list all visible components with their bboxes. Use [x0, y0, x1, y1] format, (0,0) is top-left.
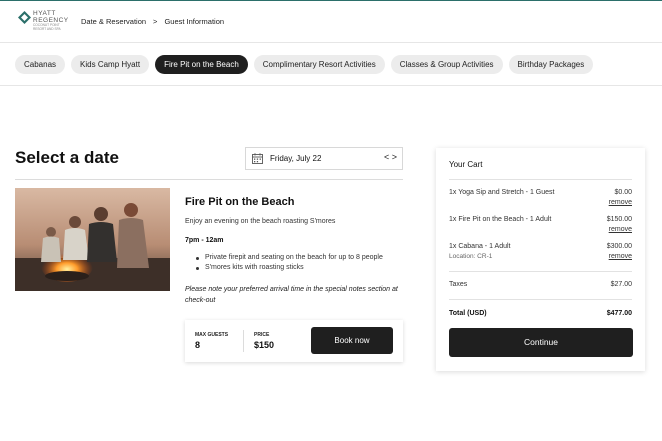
- cart-item-price: $150.00: [606, 216, 632, 223]
- cart-title: Your Cart: [449, 160, 483, 169]
- cart-item-price: $0.00: [614, 189, 632, 196]
- event-note: Please note your preferred arrival time …: [185, 286, 398, 304]
- max-guests-label: MAX GUESTS: [195, 332, 229, 338]
- cart-item: 1x Fire Pit on the Beach - 1 Adult $150.…: [449, 216, 632, 238]
- booking-divider: [243, 330, 244, 352]
- book-now-button[interactable]: Book now: [311, 327, 393, 354]
- selected-date: Friday, July 22: [270, 154, 322, 163]
- event-time: 7pm - 12am: [185, 237, 224, 244]
- cart-item: 1x Yoga Sip and Stretch - 1 Guest $0.00 …: [449, 189, 632, 211]
- breadcrumb-separator: >: [153, 17, 158, 26]
- remove-link[interactable]: remove: [609, 226, 632, 233]
- total-row: Total (USD) $477.00: [449, 310, 632, 322]
- event-features: Private firepit and seating on the beach…: [196, 254, 383, 274]
- tab-fire-pit-on-the-beach[interactable]: Fire Pit on the Beach: [155, 55, 248, 74]
- tab-cabanas[interactable]: Cabanas: [15, 55, 66, 74]
- calendar-icon: [252, 153, 263, 164]
- taxes-row: Taxes $27.00: [449, 281, 632, 293]
- cart-divider: [449, 271, 632, 272]
- breadcrumb: Date & Reservation > Guest Information: [81, 17, 224, 26]
- list-item: Private firepit and seating on the beach…: [196, 254, 383, 261]
- cart-item-price: $300.00: [606, 243, 632, 250]
- breadcrumb-guest-information[interactable]: Guest Information: [164, 17, 224, 26]
- event-title: Fire Pit on the Beach: [185, 196, 295, 208]
- price-value: $150: [254, 340, 275, 350]
- total-value: $477.00: [606, 310, 632, 317]
- total-label: Total (USD): [449, 310, 487, 317]
- remove-link[interactable]: remove: [609, 199, 632, 206]
- taxes-value: $27.00: [610, 281, 632, 288]
- chevron-left-icon[interactable]: <: [384, 152, 389, 162]
- logo-text-resort: COCONUT POINT RESORT AND SPA: [33, 23, 61, 31]
- tabs-divider: [0, 85, 662, 86]
- date-picker[interactable]: Friday, July 22 < >: [245, 147, 403, 170]
- cart-item-location: Location: CR-1: [449, 253, 493, 260]
- max-guests-value: 8: [195, 340, 201, 350]
- page-title: Select a date: [15, 148, 119, 167]
- breadcrumb-date-reservation[interactable]: Date & Reservation: [81, 17, 146, 26]
- logo-text-hyatt: HYATT: [33, 10, 56, 17]
- list-item: S'mores kits with roasting sticks: [196, 264, 383, 271]
- cart-divider: [449, 179, 632, 180]
- cart-item-name: 1x Fire Pit on the Beach - 1 Adult: [449, 216, 552, 223]
- booking-card: MAX GUESTS 8 PRICE $150 Book now: [185, 320, 403, 362]
- price-label: PRICE: [254, 332, 270, 338]
- fire-pit-image: [15, 188, 170, 291]
- continue-button[interactable]: Continue: [449, 328, 633, 357]
- cart-divider: [449, 299, 632, 300]
- date-nav: < >: [384, 152, 397, 162]
- hyatt-logo[interactable]: HYATT REGENCY COCONUT POINT RESORT AND S…: [18, 9, 68, 37]
- tab-complimentary-resort-activities[interactable]: Complimentary Resort Activities: [253, 55, 385, 74]
- cart-item: 1x Cabana - 1 Adult Location: CR-1 $300.…: [449, 243, 632, 265]
- cart-panel: Your Cart 1x Yoga Sip and Stretch - 1 Gu…: [436, 148, 645, 371]
- taxes-label: Taxes: [449, 281, 468, 288]
- header: HYATT REGENCY COCONUT POINT RESORT AND S…: [0, 1, 662, 43]
- tab-birthday-packages[interactable]: Birthday Packages: [508, 55, 594, 74]
- remove-link[interactable]: remove: [609, 253, 632, 260]
- tab-classes-group-activities[interactable]: Classes & Group Activities: [390, 55, 503, 74]
- hyatt-logo-icon: [18, 11, 31, 24]
- chevron-right-icon[interactable]: >: [392, 152, 397, 162]
- category-tabs: Cabanas Kids Camp Hyatt Fire Pit on the …: [15, 55, 594, 74]
- section-divider: [15, 179, 403, 180]
- tab-kids-camp-hyatt[interactable]: Kids Camp Hyatt: [71, 55, 150, 74]
- cart-item-name: 1x Yoga Sip and Stretch - 1 Guest: [449, 189, 555, 196]
- event-description: Enjoy an evening on the beach roasting S…: [185, 218, 336, 225]
- cart-item-name: 1x Cabana - 1 Adult: [449, 243, 511, 250]
- event-photo: [15, 188, 170, 291]
